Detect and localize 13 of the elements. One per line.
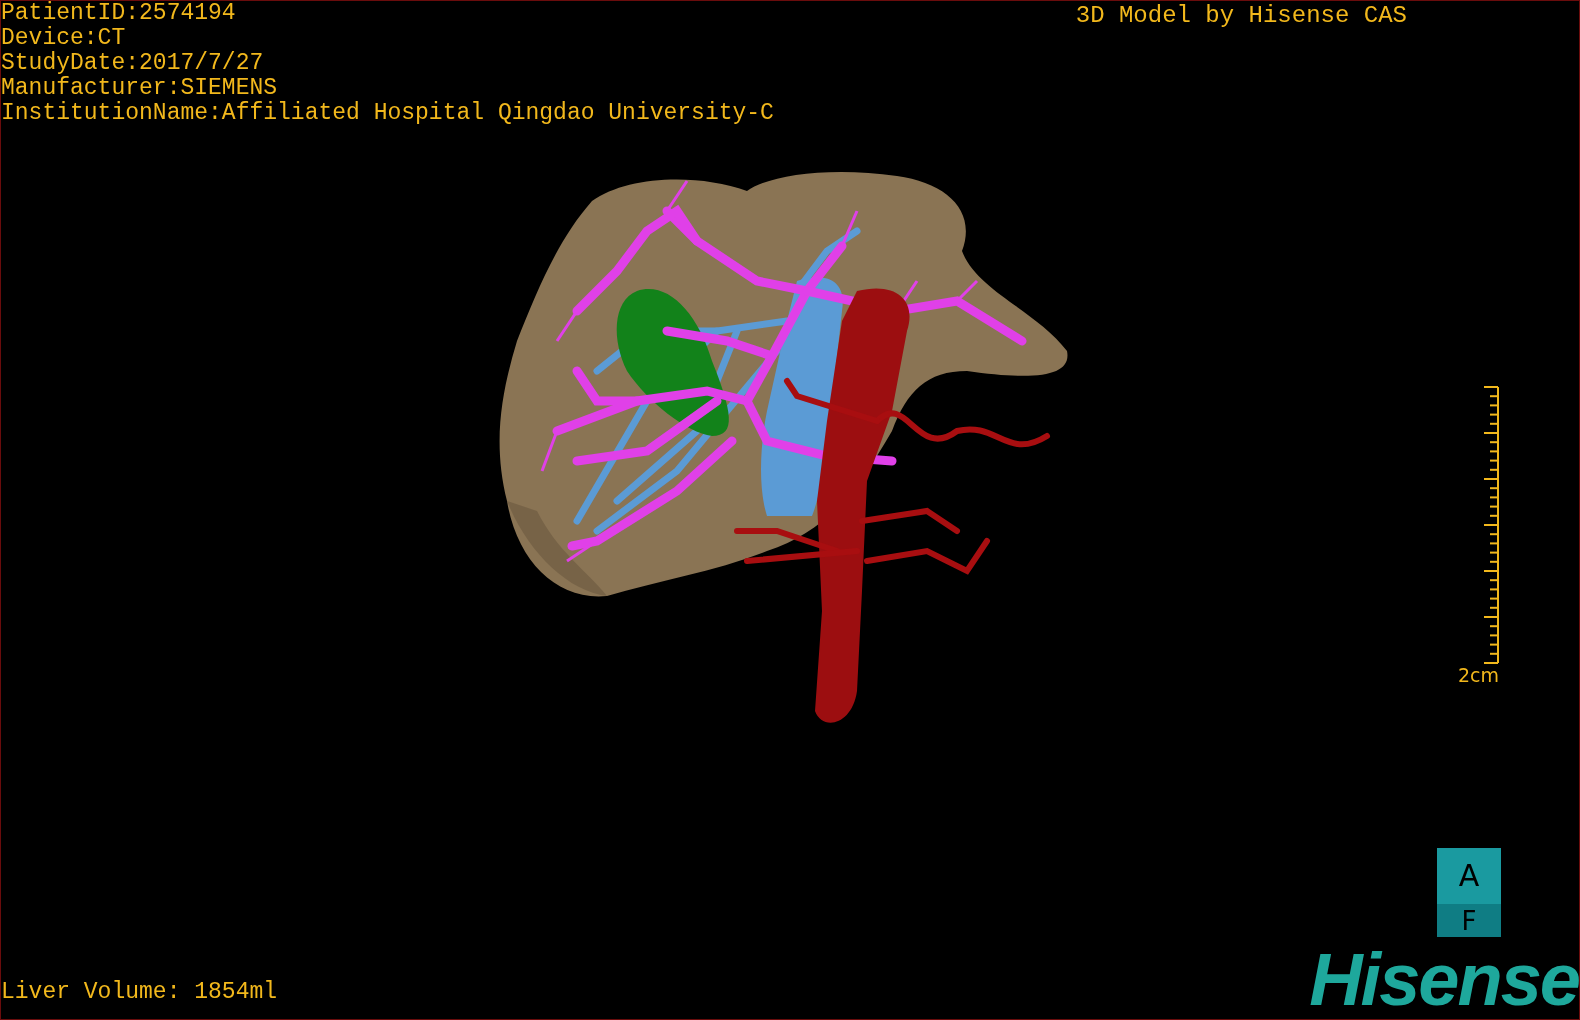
- study-info-text: PatientID:2574194: [1, 1, 237, 26]
- orientation-cube[interactable]: A F: [1437, 848, 1501, 937]
- brand-logo: Hisense: [1309, 947, 1579, 1013]
- orientation-label: F: [1437, 904, 1501, 937]
- study-info-text: Device:CT: [1, 26, 127, 51]
- study-info-text: StudyDate:2017/7/27: [1, 51, 265, 76]
- study-info-text: InstitutionName:Affiliated Hospital Qingdao University-C: [1, 101, 774, 126]
- scale-bar-icon: [1483, 386, 1499, 664]
- scale-bar-label: 2cm: [1457, 664, 1499, 686]
- liver-volume-text: Liver Volume: 1854ml: [1, 980, 278, 1005]
- orientation-label: A: [1437, 848, 1501, 904]
- viewer-title: 3D Model by Hisense CAS: [1075, 3, 1407, 28]
- study-info-text: Manufacturer:SIEMENS: [1, 76, 279, 101]
